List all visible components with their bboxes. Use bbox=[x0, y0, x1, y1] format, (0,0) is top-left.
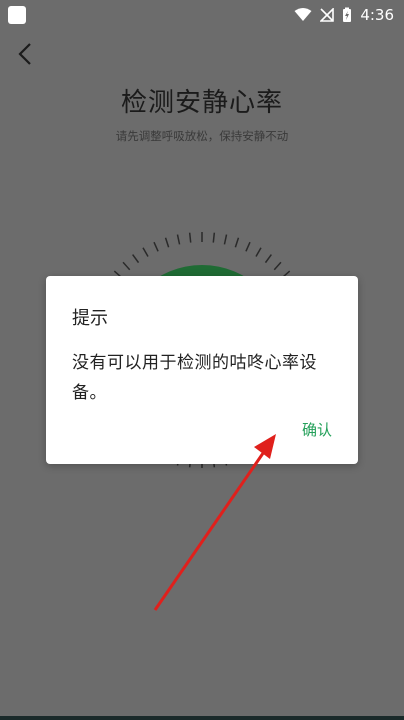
dial-tick bbox=[164, 237, 170, 248]
dial-tick bbox=[264, 254, 272, 264]
dial-tick bbox=[223, 234, 228, 245]
dial-tick bbox=[273, 261, 282, 271]
dial-tick bbox=[132, 254, 140, 264]
dial-tick bbox=[212, 232, 216, 243]
navigation-strip bbox=[0, 716, 404, 720]
dial-tick bbox=[188, 232, 192, 243]
dial-tick bbox=[122, 261, 131, 271]
dial-tick bbox=[255, 247, 262, 257]
dial-tick bbox=[245, 241, 251, 252]
alert-dialog: 提示 没有可以用于检测的咕咚心率设备。 确认 bbox=[46, 276, 358, 464]
dial-tick bbox=[234, 237, 240, 248]
dial-tick bbox=[176, 234, 181, 245]
dialog-message: 没有可以用于检测的咕咚心率设备。 bbox=[72, 353, 317, 403]
confirm-button[interactable]: 确认 bbox=[302, 419, 332, 440]
dial-tick bbox=[153, 241, 159, 252]
dialog-title: 提示 bbox=[72, 308, 108, 329]
dial-tick bbox=[142, 247, 149, 257]
